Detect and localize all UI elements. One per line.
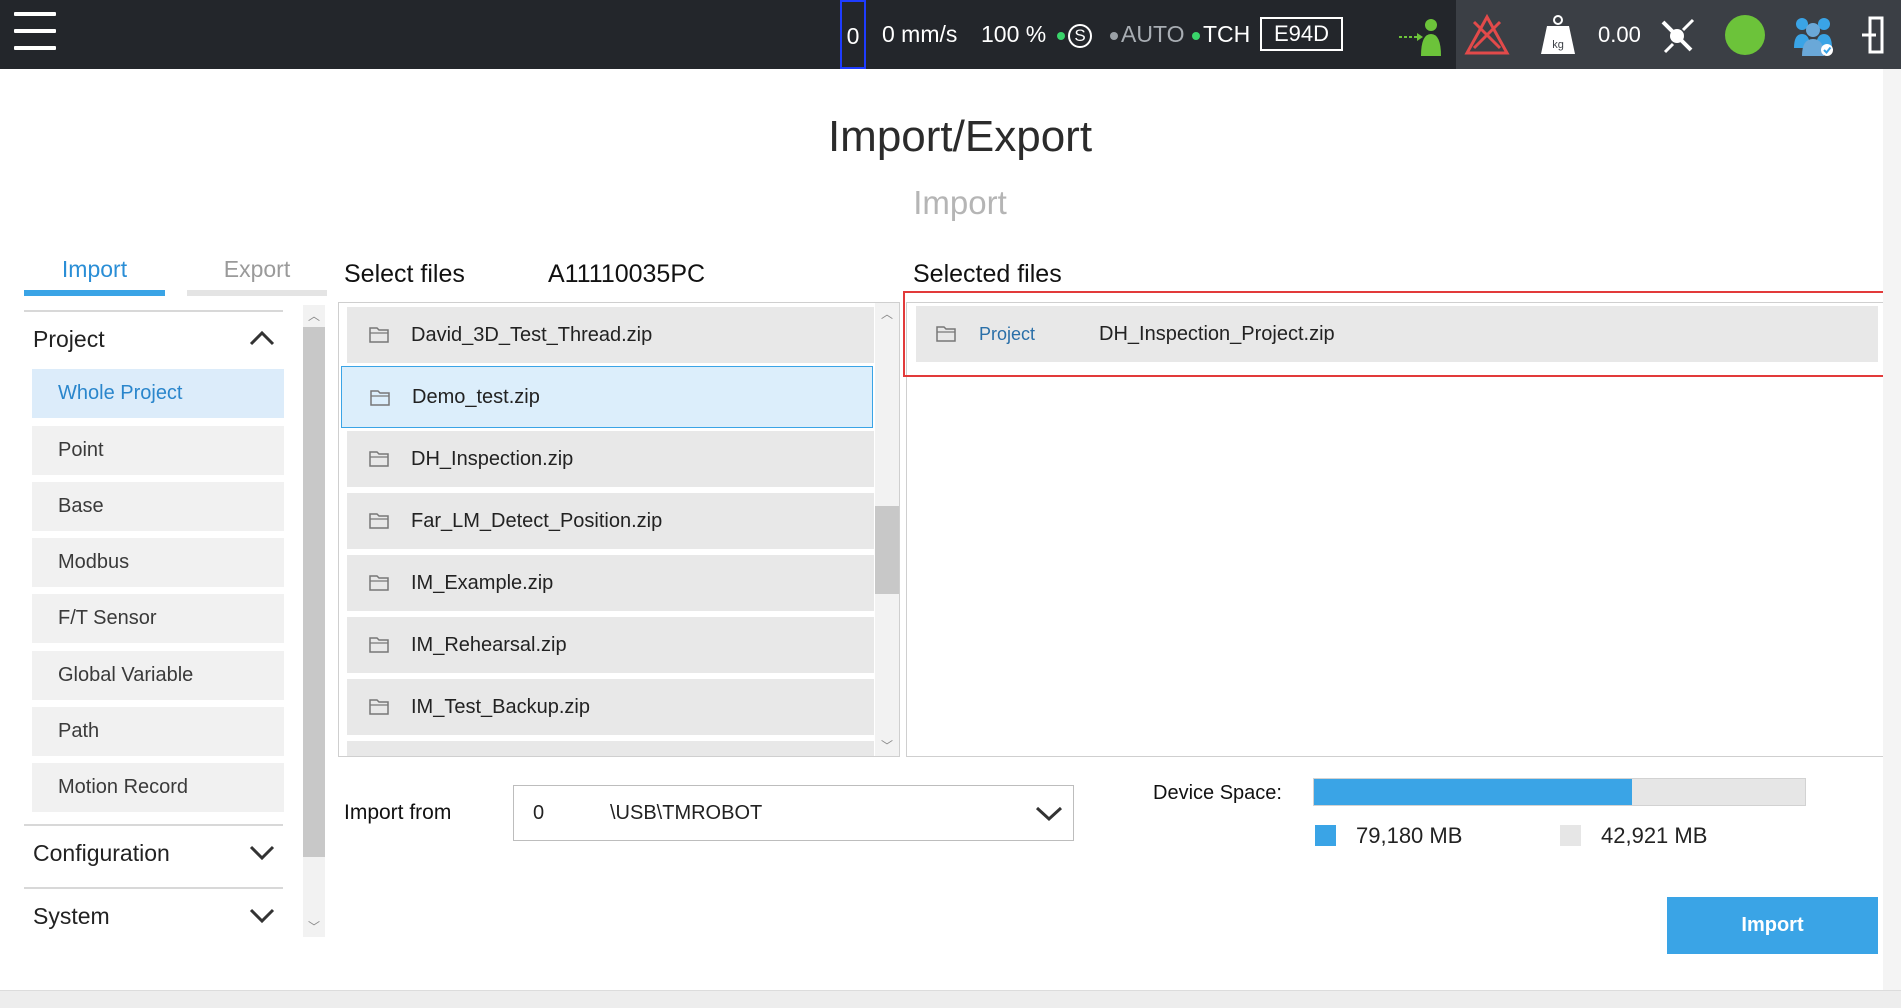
source-id: A11110035PC <box>548 260 706 288</box>
import-from-path: \USB\TMROBOT <box>610 802 763 824</box>
import-from-index: 0 <box>533 802 545 824</box>
category-system-label: System <box>33 903 110 929</box>
category-configuration[interactable]: Configuration <box>24 824 283 878</box>
menu-icon[interactable] <box>14 12 56 56</box>
file-row[interactable]: IM_Example.zip <box>347 555 874 611</box>
project-item-path[interactable]: Path <box>32 707 284 756</box>
project-item-modbus[interactable]: Modbus <box>32 538 284 587</box>
status-dot-icon <box>1057 31 1065 40</box>
nav-scrollbar[interactable]: ︿ ﹀ <box>303 305 325 937</box>
file-row[interactable]: IM_Test_Backup.zip <box>347 679 874 735</box>
file-row[interactable]: David_3D_Test_Thread.zip <box>347 307 874 363</box>
chevron-down-icon[interactable] <box>249 905 275 925</box>
file-list: David_3D_Test_Thread.zip Demo_test.zip D… <box>338 302 900 757</box>
file-list-scrollbar-thumb[interactable] <box>875 506 899 594</box>
folder-icon <box>370 390 390 406</box>
scroll-down-icon[interactable]: ﹀ <box>875 737 899 754</box>
page-vertical-scrollbar[interactable] <box>1883 69 1901 990</box>
project-item-base[interactable]: Base <box>32 482 284 531</box>
robot-status-icon[interactable] <box>1725 15 1765 55</box>
category-system[interactable]: System <box>24 887 283 941</box>
category-project-label: Project <box>33 326 105 352</box>
free-legend-swatch <box>1560 825 1581 846</box>
select-files-label: Select files <box>344 260 465 288</box>
project-item-motion-record[interactable]: Motion Record <box>32 763 284 812</box>
page-subtitle: Import <box>913 184 1007 221</box>
free-space-value: 42,921 MB <box>1601 823 1708 848</box>
used-space-value: 79,180 MB <box>1356 823 1463 848</box>
selected-files-label: Selected files <box>913 260 1062 288</box>
folder-icon <box>369 575 389 591</box>
file-name: IM_Test_Backup.zip <box>411 696 590 718</box>
payload-kg-icon[interactable]: kg <box>1535 12 1581 58</box>
device-space-label: Device Space: <box>1153 782 1282 804</box>
category-configuration-label: Configuration <box>33 840 170 866</box>
import-from-label: Import from <box>344 801 452 824</box>
file-name: IM_Example.zip <box>411 572 554 594</box>
counter-indicator[interactable]: 0 <box>840 0 866 69</box>
tab-export[interactable]: Export <box>187 254 327 296</box>
speed-percent[interactable]: 100 % <box>981 0 1046 69</box>
device-code-badge[interactable]: E94D <box>1260 17 1344 51</box>
project-item-point[interactable]: Point <box>32 426 284 475</box>
used-legend-swatch <box>1315 825 1336 846</box>
scroll-up-icon[interactable]: ︿ <box>875 305 899 322</box>
scroll-down-icon[interactable]: ﹀ <box>303 918 325 935</box>
users-group-icon[interactable] <box>1790 12 1836 58</box>
file-row-partial[interactable] <box>347 741 874 756</box>
status-dot-icon <box>1110 31 1118 40</box>
file-row[interactable]: Far_LM_Detect_Position.zip <box>347 493 874 549</box>
status-dot-icon <box>1192 31 1200 40</box>
import-from-dropdown[interactable]: 0 \USB\TMROBOT <box>513 785 1074 841</box>
tch-indicator: TCH <box>1192 0 1250 69</box>
page-title: Import/Export <box>827 112 1093 161</box>
file-row[interactable]: DH_Inspection.zip <box>347 431 874 487</box>
nav-scrollbar-thumb[interactable] <box>303 327 325 857</box>
selected-file-highlight <box>903 291 1889 377</box>
file-row-selected[interactable]: Demo_test.zip <box>341 366 873 428</box>
file-row[interactable]: IM_Rehearsal.zip <box>347 617 874 673</box>
exit-icon[interactable] <box>1862 12 1884 58</box>
auto-label: AUTO <box>1121 21 1185 47</box>
file-name: IM_Rehearsal.zip <box>411 634 567 656</box>
tab-import[interactable]: Import <box>24 254 165 296</box>
category-project[interactable]: Project <box>24 310 283 364</box>
project-item-whole-project[interactable]: Whole Project <box>32 369 284 418</box>
folder-icon <box>369 451 389 467</box>
safety-s-icon: S <box>1068 23 1092 48</box>
import-button[interactable]: Import <box>1667 897 1878 954</box>
chevron-down-icon[interactable] <box>1035 803 1063 823</box>
chevron-up-icon[interactable] <box>249 328 275 348</box>
device-space-used-fill <box>1314 779 1633 805</box>
top-bar: 0 0 mm/s 100 % S AUTO TCH E94D kg 0.00 <box>0 0 1901 69</box>
file-name: Demo_test.zip <box>412 386 540 408</box>
folder-icon <box>369 637 389 653</box>
file-name: David_3D_Test_Thread.zip <box>411 324 653 346</box>
page-horizontal-scrollbar[interactable] <box>0 990 1901 1008</box>
file-name: DH_Inspection.zip <box>411 448 574 470</box>
auto-mode-indicator: AUTO <box>1110 0 1184 69</box>
project-item-global-variable[interactable]: Global Variable <box>32 651 284 700</box>
file-list-scrollbar[interactable]: ︿ ﹀ <box>875 303 899 756</box>
tch-label: TCH <box>1203 21 1251 47</box>
robot-arm-icon[interactable] <box>1655 12 1701 58</box>
safety-indicator: S <box>1057 0 1092 69</box>
warning-red-icon[interactable] <box>1464 12 1510 58</box>
folder-icon <box>369 513 389 529</box>
payload-value: 0.00 <box>1598 22 1641 47</box>
project-item-ft-sensor[interactable]: F/T Sensor <box>32 594 284 643</box>
user-login-icon[interactable] <box>1397 12 1443 58</box>
chevron-down-icon[interactable] <box>249 842 275 862</box>
svg-text:kg: kg <box>1552 39 1564 51</box>
scroll-up-icon[interactable]: ︿ <box>303 307 325 324</box>
file-name: Far_LM_Detect_Position.zip <box>411 510 663 532</box>
folder-icon <box>369 327 389 343</box>
device-space-bar <box>1313 778 1806 806</box>
speed-readout: 0 mm/s <box>882 21 958 47</box>
folder-icon <box>369 699 389 715</box>
